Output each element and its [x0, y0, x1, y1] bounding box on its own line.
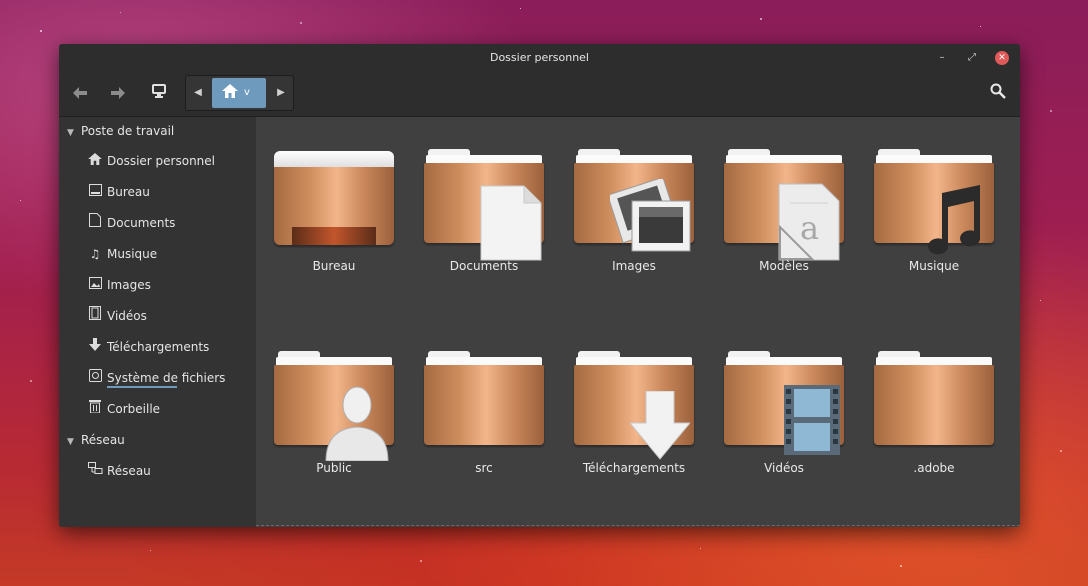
file-manager-window: Dossier personnel – ⤢ ✕ ◀ v ▶ ▼ Poste de…	[59, 44, 1020, 527]
folder-icon	[424, 351, 544, 451]
file-label: Documents	[449, 259, 519, 273]
maximize-button[interactable]: ⤢	[965, 51, 979, 65]
file-label: Modèles	[759, 259, 809, 273]
sidebar-section-places[interactable]: ▼ Poste de travail	[67, 121, 174, 141]
folder-item[interactable]: Images	[556, 149, 696, 319]
sidebar-item-downloads[interactable]: Téléchargements	[85, 336, 250, 358]
forward-arrow-icon[interactable]	[107, 83, 129, 105]
videos-folder-icon	[724, 351, 844, 455]
download-icon	[85, 336, 105, 358]
filesystem-usage-bar	[107, 386, 177, 388]
path-home-button[interactable]: v	[212, 78, 266, 108]
documents-folder-icon	[424, 149, 544, 261]
folder-item[interactable]: Documents	[406, 149, 546, 319]
sidebar: ▼ Poste de travail Dossier personnel Bure…	[59, 117, 256, 527]
public-folder-icon	[274, 351, 394, 461]
path-left-arrow-icon[interactable]: ◀	[186, 76, 210, 110]
folder-icon	[874, 351, 994, 451]
file-label: src	[475, 461, 493, 475]
svg-text:a: a	[800, 209, 819, 247]
path-current-label: v	[244, 87, 250, 98]
file-label: Images	[612, 259, 656, 273]
sidebar-section-network[interactable]: ▼ Réseau	[67, 430, 125, 450]
folder-item[interactable]: Téléchargements	[556, 351, 696, 521]
image-icon	[85, 274, 105, 296]
file-label: Musique	[908, 259, 960, 273]
close-button[interactable]: ✕	[995, 51, 1009, 65]
desktop-folder-icon	[274, 149, 394, 249]
expand-triangle-icon: ▼	[67, 128, 74, 138]
filesystem-icon	[85, 367, 105, 389]
path-right-arrow-icon[interactable]: ▶	[269, 76, 293, 110]
window-title: Dossier personnel	[489, 51, 589, 64]
minimize-button[interactable]: –	[935, 51, 949, 65]
home-icon	[85, 150, 105, 172]
desktop-icon	[85, 181, 105, 203]
sidebar-item-network[interactable]: Réseau	[85, 460, 250, 482]
sidebar-item-videos[interactable]: Vidéos	[85, 305, 250, 327]
folder-item[interactable]: a Modèles	[706, 149, 846, 319]
file-label: Bureau	[312, 259, 356, 273]
back-arrow-icon[interactable]	[69, 83, 91, 105]
file-label: Public	[316, 461, 352, 475]
search-icon[interactable]	[987, 83, 1009, 105]
sidebar-item-documents[interactable]: Documents	[85, 212, 250, 234]
downloads-folder-icon	[574, 351, 694, 460]
computer-icon[interactable]	[148, 83, 170, 105]
status-divider	[256, 525, 1020, 526]
toolbar: ◀ v ▶	[59, 72, 1020, 117]
sidebar-item-trash[interactable]: Corbeille	[85, 398, 250, 420]
file-label: Vidéos	[764, 461, 804, 475]
sidebar-item-desktop[interactable]: Bureau	[85, 181, 250, 203]
file-view: Bureau Documents Images a Modèles Musiqu…	[256, 117, 1020, 527]
images-folder-icon	[574, 149, 694, 252]
file-label: .adobe	[913, 461, 955, 475]
sidebar-item-home[interactable]: Dossier personnel	[85, 150, 250, 172]
expand-triangle-icon: ▼	[67, 437, 74, 447]
folder-item[interactable]: .adobe	[856, 351, 996, 521]
sidebar-item-music[interactable]: ♫ Musique	[85, 243, 250, 265]
folder-item[interactable]: Musique	[856, 149, 996, 319]
file-label: Téléchargements	[582, 461, 686, 475]
folder-item[interactable]: Public	[256, 351, 396, 521]
network-icon	[85, 460, 105, 482]
video-icon	[85, 305, 105, 327]
path-bar: ◀ v ▶	[185, 75, 294, 111]
document-icon	[85, 212, 105, 234]
folder-item[interactable]: Bureau	[256, 149, 396, 319]
folder-item[interactable]: src	[406, 351, 546, 521]
home-icon	[222, 83, 238, 103]
title-bar: Dossier personnel – ⤢ ✕	[59, 44, 1020, 72]
music-icon: ♫	[89, 247, 101, 261]
sidebar-item-images[interactable]: Images	[85, 274, 250, 296]
trash-icon	[85, 398, 105, 420]
music-folder-icon	[874, 149, 994, 255]
templates-folder-icon: a	[724, 149, 844, 261]
folder-item[interactable]: Vidéos	[706, 351, 846, 521]
